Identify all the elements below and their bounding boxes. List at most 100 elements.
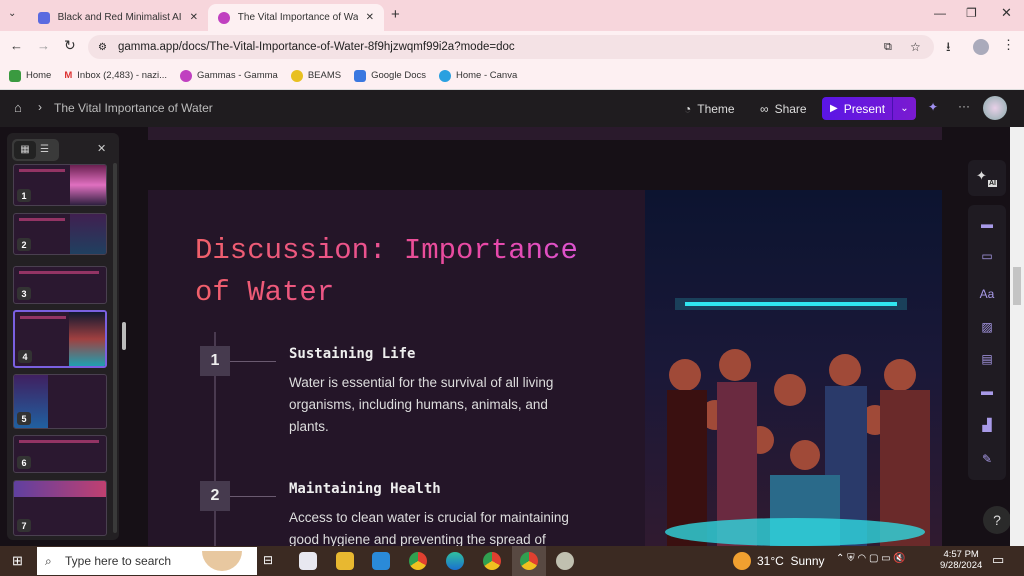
tab-vital-importance[interactable]: The Vital Importance of Water | ✕ bbox=[208, 4, 384, 31]
layout-icon[interactable]: ▭ bbox=[978, 249, 996, 263]
chart-icon[interactable]: ▟ bbox=[978, 418, 996, 432]
window-close-button[interactable]: ✕ bbox=[1001, 5, 1012, 21]
step-number: 1 bbox=[200, 346, 230, 376]
url-text: gamma.app/docs/The-Vital-Importance-of-W… bbox=[118, 41, 515, 53]
present-dropdown-icon[interactable]: ⌄ bbox=[892, 97, 916, 120]
play-icon: ▶ bbox=[830, 103, 838, 114]
theme-button[interactable]: ◔ Theme bbox=[684, 98, 735, 120]
tab-black-red[interactable]: Black and Red Minimalist AI We ✕ bbox=[28, 4, 208, 31]
bookmark-home[interactable]: Home bbox=[9, 69, 51, 82]
slide-card[interactable]: Discussion: Importance of Water 1 Sustai… bbox=[148, 190, 942, 546]
bookmark-gammas[interactable]: Gammas - Gamma bbox=[180, 69, 278, 82]
paint-icon[interactable] bbox=[556, 552, 574, 570]
tab-list-dropdown-icon[interactable]: ⌄ bbox=[8, 8, 16, 19]
reload-icon[interactable]: ↻ bbox=[64, 37, 76, 54]
new-tab-button[interactable]: + bbox=[391, 6, 400, 23]
weather-text[interactable]: 31°C Sunny bbox=[757, 554, 825, 568]
present-button[interactable]: ▶ Present ⌄ bbox=[822, 97, 916, 120]
help-button[interactable]: ? bbox=[983, 506, 1011, 534]
download-icon[interactable]: ⭳ bbox=[946, 38, 951, 60]
panel-resize-handle[interactable] bbox=[122, 322, 126, 350]
edge-icon[interactable] bbox=[446, 552, 464, 570]
back-icon[interactable]: ← bbox=[10, 38, 23, 53]
item-heading[interactable]: Sustaining Life bbox=[289, 346, 415, 362]
thumbnail-1[interactable]: 1 bbox=[13, 164, 107, 206]
ai-tool-button[interactable]: ✦ AI bbox=[968, 160, 1006, 196]
ai-badge: AI bbox=[988, 180, 997, 187]
thumbnail-4[interactable]: 4 bbox=[13, 310, 107, 368]
chrome-icon[interactable] bbox=[409, 552, 427, 570]
search-icon: ⌕ bbox=[45, 553, 52, 568]
store-icon[interactable] bbox=[299, 552, 317, 570]
close-panel-icon[interactable]: ✕ bbox=[97, 142, 106, 155]
weather-icon[interactable] bbox=[733, 552, 751, 570]
search-highlight-image bbox=[202, 551, 242, 571]
add-card-icon[interactable]: ▬ bbox=[978, 217, 996, 231]
tab-label: Black and Red Minimalist AI We bbox=[57, 12, 182, 23]
chrome-profile-icon[interactable] bbox=[483, 552, 501, 570]
thumbnail-2[interactable]: 2 bbox=[13, 213, 107, 255]
insert-toolbar bbox=[968, 205, 1006, 480]
form-icon[interactable]: ✎ bbox=[978, 452, 996, 466]
mail-icon[interactable] bbox=[372, 552, 390, 570]
menu-icon[interactable]: ⋮ bbox=[1002, 37, 1015, 53]
sparkle-icon[interactable]: ✦ bbox=[928, 100, 938, 114]
close-icon[interactable]: ✕ bbox=[190, 12, 198, 23]
link-icon: ∞ bbox=[760, 102, 769, 116]
notifications-icon[interactable]: ▭ bbox=[992, 552, 1004, 568]
breadcrumb[interactable]: The Vital Importance of Water bbox=[54, 101, 213, 115]
thumbnail-3[interactable]: 3 bbox=[13, 266, 107, 304]
item-body[interactable]: Access to clean water is crucial for mai… bbox=[289, 507, 589, 546]
star-icon[interactable]: ☆ bbox=[910, 40, 921, 54]
bookmark-beams[interactable]: BEAMS bbox=[290, 69, 341, 82]
file-explorer-icon[interactable] bbox=[336, 552, 354, 570]
thumbnail-7[interactable]: 7 bbox=[13, 480, 107, 536]
view-toggle: ▦ ☰ bbox=[12, 139, 59, 161]
item-body[interactable]: Water is essential for the survival of a… bbox=[289, 372, 589, 438]
share-button[interactable]: ∞ Share bbox=[760, 98, 807, 120]
slide-title[interactable]: Discussion: Importance of Water bbox=[195, 230, 615, 314]
taskbar-search-input[interactable]: ⌕ Type here to search bbox=[37, 547, 257, 575]
restore-button[interactable]: ❐ bbox=[966, 6, 977, 20]
bookmark-inbox[interactable]: M Inbox (2,483) - nazi... bbox=[64, 70, 167, 81]
more-icon[interactable]: ··· bbox=[958, 99, 970, 113]
group-discussion-image[interactable] bbox=[645, 190, 942, 546]
system-tray-icons[interactable]: ⌃ ⛨ ◠ ▢ ▭ 🔇 bbox=[836, 553, 906, 564]
image-icon[interactable]: ▨ bbox=[978, 320, 996, 334]
embed-icon[interactable]: ▬ bbox=[978, 384, 996, 398]
thumbnail-view-icon[interactable]: ▦ bbox=[14, 141, 36, 159]
chrome-active-icon[interactable] bbox=[520, 552, 538, 570]
connector bbox=[230, 361, 276, 362]
thumbnail-6[interactable]: 6 bbox=[13, 435, 107, 473]
site-settings-icon[interactable]: ⚙ bbox=[98, 42, 107, 53]
timeline-item: 1 Sustaining Life Water is essential for… bbox=[200, 346, 553, 434]
task-view-icon[interactable]: ⊟ bbox=[263, 553, 273, 567]
close-icon[interactable]: ✕ bbox=[366, 12, 374, 23]
scrollbar-thumb[interactable] bbox=[1013, 267, 1021, 305]
text-icon[interactable]: Aa bbox=[978, 287, 996, 301]
item-heading[interactable]: Maintaining Health bbox=[289, 481, 441, 497]
bookmark-google-docs[interactable]: Google Docs bbox=[354, 69, 426, 82]
bookmark-canva[interactable]: Home - Canva bbox=[439, 69, 517, 82]
gamma-icon bbox=[218, 11, 230, 24]
windows-start-icon[interactable]: ⊞ bbox=[12, 553, 23, 569]
tab-label: The Vital Importance of Water | bbox=[237, 12, 358, 23]
thumbnail-5[interactable]: 5 bbox=[13, 374, 107, 429]
list-view-icon[interactable]: ☰ bbox=[40, 141, 49, 159]
home-icon[interactable]: ⌂ bbox=[14, 100, 22, 115]
install-icon[interactable]: ⧉ bbox=[884, 41, 892, 54]
forward-icon[interactable]: → bbox=[37, 38, 50, 53]
connector bbox=[230, 496, 276, 497]
url-input[interactable]: ⚙ gamma.app/docs/The-Vital-Importance-of… bbox=[88, 35, 934, 59]
thumbnail-scrollbar[interactable] bbox=[113, 163, 117, 533]
user-avatar[interactable] bbox=[983, 96, 1007, 120]
canva-icon bbox=[38, 11, 50, 24]
clock[interactable]: 4:57 PM 9/28/2024 bbox=[940, 549, 982, 571]
bookmarks-bar: Home M Inbox (2,483) - nazi... Gammas - G… bbox=[0, 62, 1024, 90]
video-icon[interactable]: ▤ bbox=[978, 352, 996, 366]
page-scrollbar[interactable] bbox=[1010, 127, 1024, 546]
profile-avatar[interactable] bbox=[973, 39, 989, 55]
timeline-item: 2 Maintaining Health Access to clean wat… bbox=[200, 481, 569, 546]
previous-card bbox=[148, 127, 942, 140]
minimize-button[interactable]: — bbox=[934, 6, 946, 20]
